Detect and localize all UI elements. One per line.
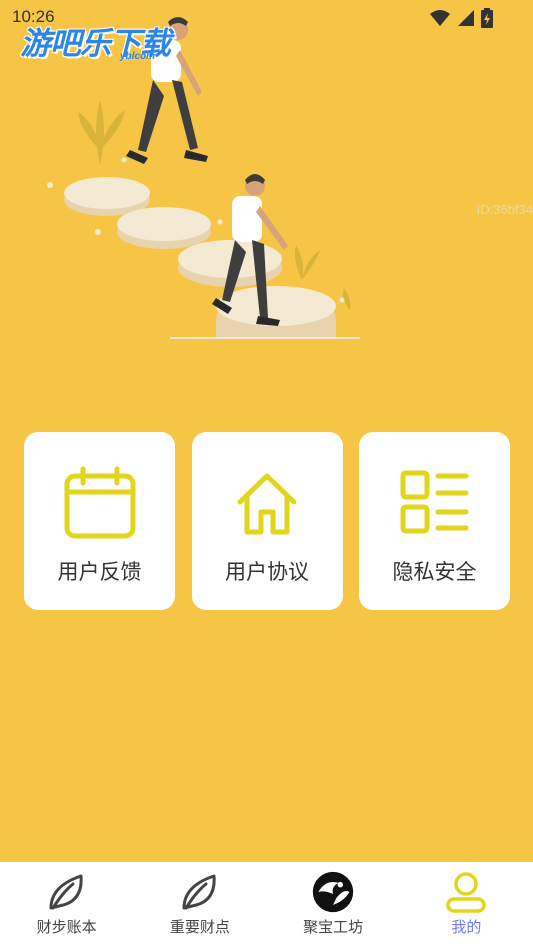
leaf-icon (45, 870, 89, 914)
tab-key-points[interactable]: 重要财点 (133, 862, 266, 948)
tab-workshop[interactable]: 聚宝工坊 (267, 862, 400, 948)
bird-logo-icon (311, 870, 355, 914)
tab-ledger[interactable]: 财步账本 (0, 862, 133, 948)
tab-label: 财步账本 (36, 918, 97, 936)
card-label: 隐私安全 (392, 560, 477, 584)
bottom-tab-bar: 财步账本 重要财点 聚宝工坊 我的 (0, 862, 533, 948)
battery-icon (481, 8, 493, 28)
id-label: ID:36bf34 (476, 202, 533, 217)
watermark-logo: 游吧乐下载 yblcom (20, 18, 171, 63)
tab-mine[interactable]: 我的 (400, 862, 533, 948)
home-icon (230, 466, 304, 540)
feature-cards: 用户反馈 用户协议 隐私安全 (24, 432, 510, 610)
tab-label: 我的 (451, 918, 482, 936)
feedback-card[interactable]: 用户反馈 (24, 432, 175, 610)
leaf-icon (178, 870, 222, 914)
signal-icon (458, 10, 474, 26)
tab-label: 聚宝工坊 (303, 918, 364, 936)
status-icons (429, 8, 493, 28)
tab-label: 重要财点 (169, 918, 230, 936)
card-label: 用户反馈 (57, 560, 142, 584)
calendar-icon (63, 466, 137, 540)
card-label: 用户协议 (225, 560, 309, 584)
agreement-card[interactable]: 用户协议 (191, 432, 343, 610)
wifi-icon (430, 10, 450, 26)
privacy-card[interactable]: 隐私安全 (359, 432, 510, 610)
list-icon (398, 466, 472, 540)
watermark-sub: yblcom (120, 51, 156, 62)
user-icon (444, 870, 488, 914)
